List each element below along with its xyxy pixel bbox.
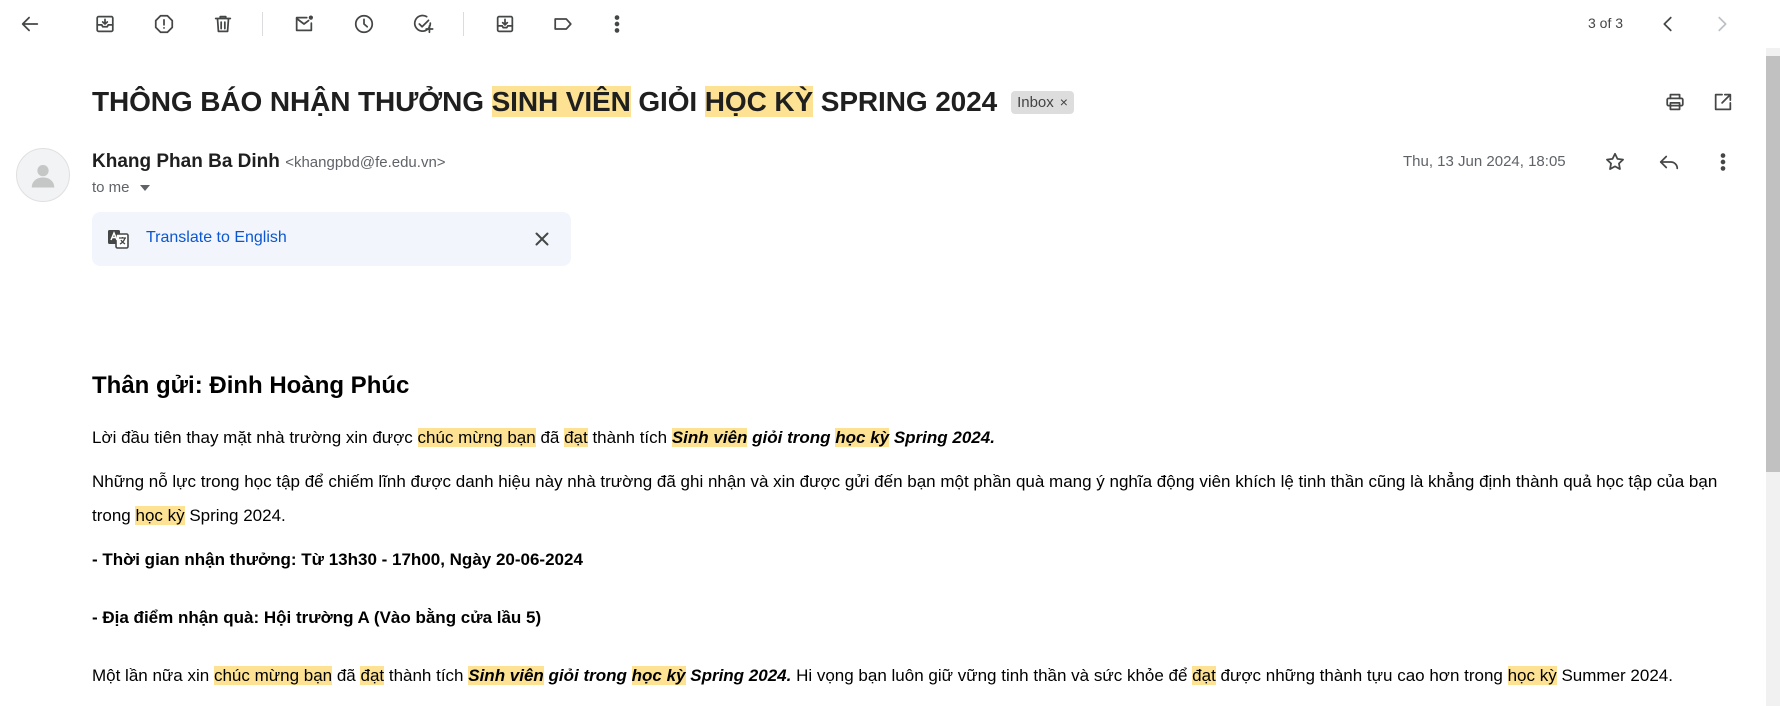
chevron-down-icon xyxy=(139,184,150,191)
sender-info: Khang Phan Ba Dinh <khangpbd@fe.edu.vn> xyxy=(92,151,446,173)
reply-icon xyxy=(1659,155,1679,170)
search-highlight: học kỳ xyxy=(631,666,686,685)
pager-count: 3 of 3 xyxy=(1588,15,1624,31)
search-highlight: học kỳ xyxy=(1507,666,1557,685)
body-text: Một lần nữa xin xyxy=(92,666,214,685)
subject-text: THÔNG BÁO NHẬN THƯỞNG xyxy=(92,86,492,117)
translate-close-button[interactable] xyxy=(528,225,556,253)
move-to-icon xyxy=(496,15,514,33)
body-text: Summer 2024. xyxy=(1556,666,1673,685)
snooze-button[interactable] xyxy=(344,4,384,44)
award-place-line: - Địa điểm nhận quà: Hội trường A (Vào b… xyxy=(92,608,542,627)
scrollbar-thumb[interactable] xyxy=(1766,56,1780,472)
mark-unread-button[interactable] xyxy=(284,4,324,44)
body-text: được những thành tựu cao hơn trong xyxy=(1215,666,1508,685)
open-new-window-button[interactable] xyxy=(1703,82,1743,122)
search-highlight: đạt xyxy=(360,666,385,685)
body-text: thành tích xyxy=(384,666,469,685)
google-translate-icon xyxy=(108,230,129,249)
inbox-label-text: Inbox xyxy=(1017,93,1054,111)
subject-highlight: SINH VIÊN xyxy=(491,86,631,117)
toolbar: 3 of 3 xyxy=(0,0,1766,48)
reply-button[interactable] xyxy=(1649,142,1689,182)
print-icon xyxy=(1666,93,1684,111)
back-button[interactable] xyxy=(10,4,50,44)
mark-unread-icon xyxy=(295,15,313,32)
body-text: giỏi trong xyxy=(747,428,836,447)
message-more-button[interactable] xyxy=(1703,142,1743,182)
search-highlight: Sinh viên xyxy=(671,428,748,447)
subject-highlight: HỌC KỲ xyxy=(704,86,814,117)
sender-email: <khangpbd@fe.edu.vn> xyxy=(285,154,446,171)
report-spam-button[interactable] xyxy=(144,4,184,44)
body-text: Spring 2024. xyxy=(889,428,995,447)
prev-icon xyxy=(1663,16,1672,32)
body-text: giỏi trong xyxy=(543,666,632,685)
sender-name[interactable]: Khang Phan Ba Dinh xyxy=(92,151,280,172)
back-icon xyxy=(21,16,39,32)
email-subject: THÔNG BÁO NHẬN THƯỞNG SINH VIÊN GIỎI HỌC… xyxy=(92,86,997,118)
inbox-label-chip: Inbox × xyxy=(1011,90,1074,114)
avatar[interactable] xyxy=(16,148,70,202)
recipients-text: to me xyxy=(92,179,130,196)
more-vert-icon xyxy=(1720,153,1726,171)
toolbar-divider xyxy=(463,12,464,36)
body-text: thành tích xyxy=(587,428,672,447)
newer-button[interactable] xyxy=(1648,4,1688,44)
subject-text: SPRING 2024 xyxy=(813,86,998,117)
move-to-button[interactable] xyxy=(485,4,525,44)
search-highlight: học kỳ xyxy=(835,428,890,447)
archive-button[interactable] xyxy=(85,4,125,44)
recipients-toggle[interactable]: to me xyxy=(92,179,150,196)
body-text: đã xyxy=(535,428,565,447)
body-text: Hi vọng bạn luôn giữ vững tinh thần và s… xyxy=(791,666,1193,685)
greeting-heading: Thân gửi: Đinh Hoàng Phúc xyxy=(92,372,410,399)
star-icon xyxy=(1606,152,1624,170)
body-text: Spring 2024. xyxy=(184,506,286,525)
label-icon xyxy=(554,18,572,30)
more-options-button[interactable] xyxy=(597,4,637,44)
search-highlight: đạt xyxy=(564,428,588,447)
subject-text: GIỎI xyxy=(630,86,705,117)
close-icon xyxy=(535,232,549,246)
add-task-icon xyxy=(413,14,434,34)
email-body: Thân gửi: Đinh Hoàng Phúc Lời đầu tiên t… xyxy=(92,372,1742,703)
translate-link[interactable]: Translate to English xyxy=(146,229,287,247)
body-text: đã xyxy=(332,666,361,685)
search-highlight: đạt xyxy=(1192,666,1216,685)
add-task-button[interactable] xyxy=(403,4,443,44)
delete-button[interactable] xyxy=(203,4,243,44)
search-highlight: chúc mừng bạn xyxy=(213,666,333,685)
subject-row: THÔNG BÁO NHẬN THƯỞNG SINH VIÊN GIỎI HỌC… xyxy=(92,80,1074,124)
snooze-icon xyxy=(354,14,374,34)
open-in-new-icon xyxy=(1714,93,1732,111)
remove-label-button[interactable]: × xyxy=(1060,94,1068,110)
body-paragraph: Một lần nữa xin chúc mừng bạn đã đạt thà… xyxy=(92,659,1742,693)
next-icon xyxy=(1718,16,1727,32)
translate-bar: Translate to English xyxy=(92,212,571,266)
more-vert-icon xyxy=(614,15,620,33)
archive-icon xyxy=(96,15,114,33)
body-text: Spring 2024. xyxy=(685,666,792,685)
body-text: Lời đầu tiên thay mặt nhà trường xin đượ… xyxy=(92,428,418,447)
body-paragraph: Lời đầu tiên thay mặt nhà trường xin đượ… xyxy=(92,421,1742,455)
body-paragraph: Những nỗ lực trong học tập để chiếm lĩnh… xyxy=(92,465,1742,533)
person-icon xyxy=(31,165,55,188)
search-highlight: học kỳ xyxy=(135,506,185,525)
delete-icon xyxy=(214,15,232,33)
older-button[interactable] xyxy=(1702,4,1742,44)
award-time-line: - Thời gian nhận thưởng: Từ 13h30 - 17h0… xyxy=(92,550,583,569)
print-all-button[interactable] xyxy=(1655,82,1695,122)
star-button[interactable] xyxy=(1595,142,1635,182)
toolbar-divider xyxy=(262,12,263,36)
label-button[interactable] xyxy=(543,4,583,44)
search-highlight: Sinh viên xyxy=(468,666,544,685)
email-date: Thu, 13 Jun 2024, 18:05 xyxy=(1403,153,1566,170)
search-highlight: chúc mừng bạn xyxy=(417,428,536,447)
body-text: Những nỗ lực trong học tập để chiếm lĩnh… xyxy=(92,472,1718,525)
report-spam-icon xyxy=(154,14,174,34)
